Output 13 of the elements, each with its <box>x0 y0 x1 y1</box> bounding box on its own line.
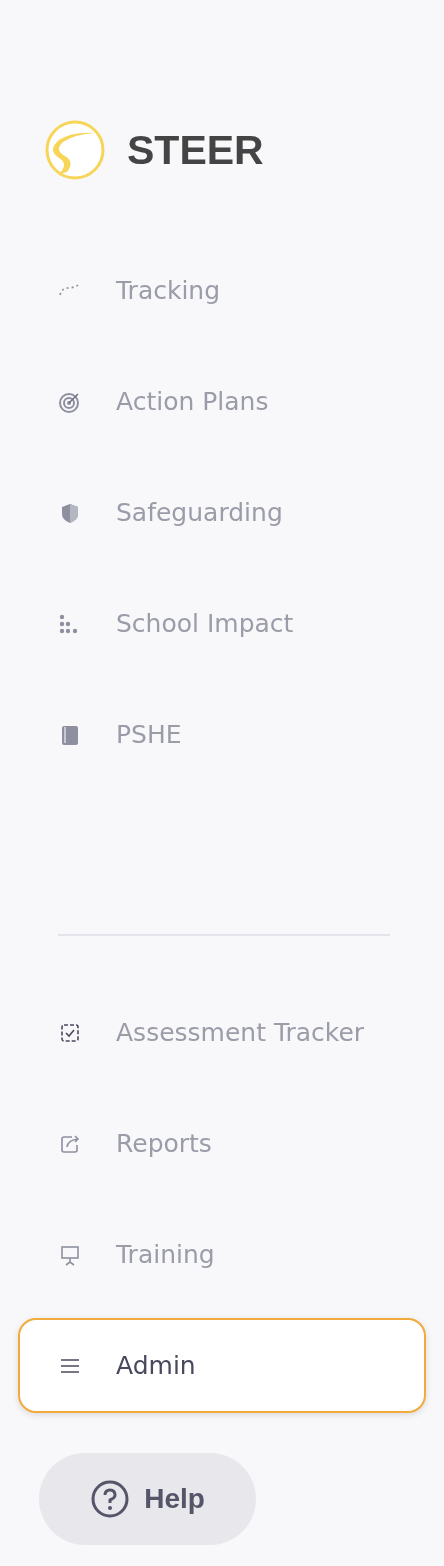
logo-text: STEER <box>127 126 264 174</box>
nav-item[interactable]: Reports <box>18 1096 426 1191</box>
nav-item[interactable]: Action Plans <box>18 354 426 449</box>
help-icon <box>90 1479 131 1519</box>
nav-item[interactable]: Tracking <box>18 243 426 338</box>
nav-item[interactable]: Admin <box>18 1318 426 1413</box>
nav-item[interactable]: Safeguarding <box>18 465 426 560</box>
nav-item[interactable]: Assessment Tracker <box>18 985 426 1080</box>
nav-item[interactable]: PSHE <box>18 687 426 782</box>
help-button[interactable]: Help <box>39 1453 256 1545</box>
nav-item[interactable]: School Impact <box>18 576 426 671</box>
nav-item[interactable]: Training <box>18 1207 426 1302</box>
logo-icon <box>45 120 105 180</box>
